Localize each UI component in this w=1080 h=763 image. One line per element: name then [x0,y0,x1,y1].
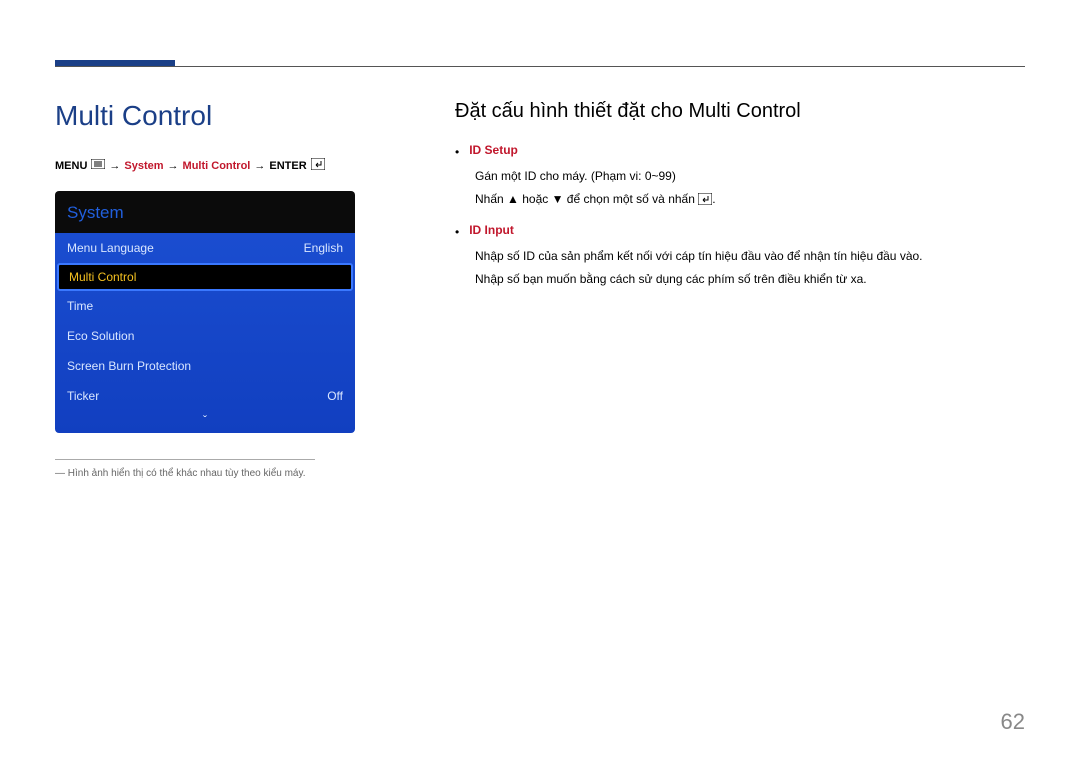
enter-icon [311,158,325,173]
bullet-body: Nhập số ID của sản phẩm kết nối với cáp … [475,246,1025,289]
osd-body: Menu Language English Multi Control Time… [55,233,355,433]
bullet-line: Gán một ID cho máy. (Phạm vi: 0~99) [475,166,1025,186]
menu-breadcrumb: MENU → System → Multi Control → ENTER [55,158,355,173]
bullet-line: Nhập số bạn muốn bằng cách sử dụng các p… [475,269,1025,289]
osd-row-label: Eco Solution [67,329,134,343]
osd-title: System [55,191,355,233]
osd-row-time[interactable]: Time [55,291,355,321]
menu-icon [91,159,105,172]
bullet-id-setup: • ID Setup [455,141,1025,162]
manual-page: Multi Control MENU → System → Multi Cont… [0,0,1080,763]
breadcrumb-system: System [124,160,163,172]
breadcrumb-multicontrol: Multi Control [183,160,251,172]
osd-row-label: Multi Control [69,270,136,284]
bullet-dot-icon: • [455,141,459,162]
osd-row-label: Menu Language [67,241,154,255]
two-column-layout: Multi Control MENU → System → Multi Cont… [55,60,1025,479]
breadcrumb-enter: ENTER [269,160,306,172]
osd-row-label: Time [67,299,93,313]
page-number: 62 [1001,709,1025,735]
top-rule [55,66,1025,67]
bullet-line: Nhập số ID của sản phẩm kết nối với cáp … [475,246,1025,266]
bullet-id-input: • ID Input [455,221,1025,242]
arrow-icon: → [254,160,265,172]
arrow-icon: → [109,160,120,172]
footnote-content: Hình ảnh hiển thị có thể khác nhau tùy t… [68,468,306,479]
content-heading: Đặt cấu hình thiết đặt cho Multi Control [455,100,1025,123]
bullet-dot-icon: • [455,221,459,242]
osd-row-eco-solution[interactable]: Eco Solution [55,321,355,351]
bullet-group: • ID Setup Gán một ID cho máy. (Phạm vi:… [455,141,1025,289]
osd-panel: System Menu Language English Multi Contr… [55,191,355,433]
osd-row-screen-burn[interactable]: Screen Burn Protection [55,351,355,381]
osd-row-multi-control[interactable]: Multi Control [57,263,353,291]
enter-icon [698,191,712,211]
bullet-title: ID Input [469,221,514,242]
footnote-rule [55,459,315,460]
bullet-line-text: Nhấn ▲ hoặc ▼ để chọn một số và nhấn [475,192,698,206]
osd-row-value: English [304,241,343,255]
osd-row-label: Ticker [67,389,99,403]
bullet-body: Gán một ID cho máy. (Phạm vi: 0~99) Nhấn… [475,166,1025,211]
bullet-title: ID Setup [469,141,518,162]
section-title: Multi Control [55,100,355,132]
top-tab-accent [55,60,175,66]
footnote-text: ― Hình ảnh hiển thị có thể khác nhau tùy… [55,468,355,479]
osd-row-value: Off [327,389,343,403]
osd-row-label: Screen Burn Protection [67,359,191,373]
right-column: Đặt cấu hình thiết đặt cho Multi Control… [455,100,1025,479]
bullet-line: Nhấn ▲ hoặc ▼ để chọn một số và nhấn . [475,189,1025,211]
osd-scroll-down-icon[interactable]: ˇ [55,411,355,433]
arrow-icon: → [168,160,179,172]
osd-row-ticker[interactable]: Ticker Off [55,381,355,411]
osd-row-menu-language[interactable]: Menu Language English [55,233,355,263]
breadcrumb-menu: MENU [55,160,87,172]
left-column: Multi Control MENU → System → Multi Cont… [55,100,355,479]
